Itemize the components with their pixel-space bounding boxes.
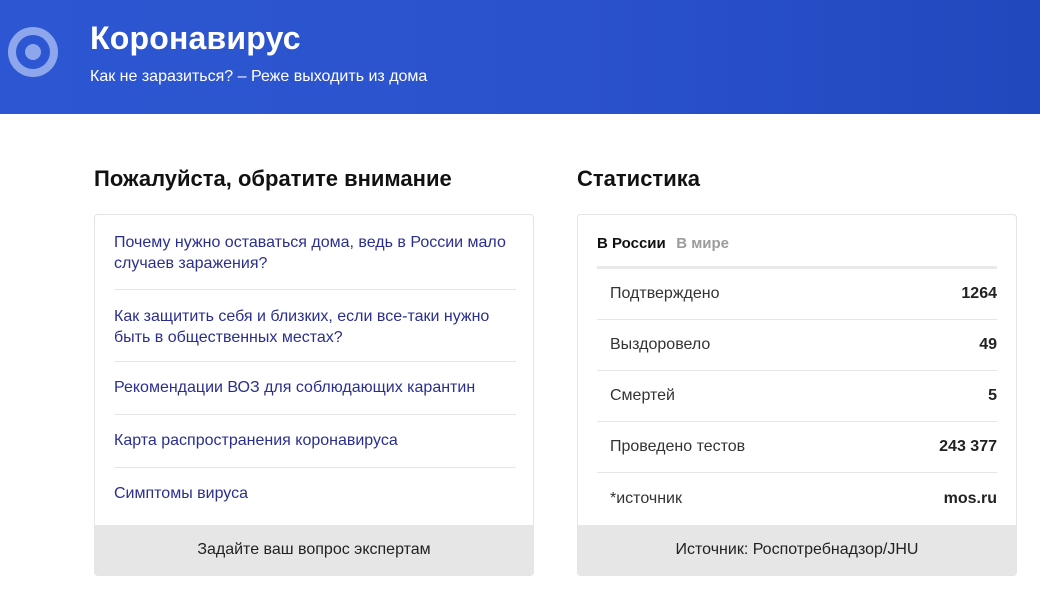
info-link-symptoms[interactable]: Симптомы вируса [114,468,516,525]
header-banner: Коронавирус Как не заразиться? – Реже вы… [0,0,1040,114]
tab-world[interactable]: В мире [676,235,729,252]
stat-value: 49 [979,336,997,353]
stat-row-recovered: Выздоровело 49 [597,320,997,371]
stats-card: В России В мире Подтверждено 1264 Выздор… [577,214,1017,576]
stat-row-tests: Проведено тестов 243 377 [597,422,997,473]
stat-label: Выздоровело [610,336,711,353]
stats-table: Подтверждено 1264 Выздоровело 49 Смертей… [597,269,997,524]
stat-value: mos.ru [943,489,997,507]
info-card: Почему нужно оставаться дома, ведь в Рос… [94,214,534,576]
stats-source-footer: Источник: Роспотребнадзор/JHU [578,525,1016,575]
stat-row-source: *источник mos.ru [597,473,997,524]
info-list: Почему нужно оставаться дома, ведь в Рос… [114,215,516,525]
tab-russia[interactable]: В России [597,235,666,252]
stat-label: Подтверждено [610,285,720,302]
info-section-title: Пожалуйста, обратите внимание [94,166,452,191]
stat-value: 243 377 [939,438,997,455]
page-subtitle: Как не заразиться? – Реже выходить из до… [90,68,428,85]
stat-label: Смертей [610,387,675,404]
info-link-stay-home[interactable]: Почему нужно оставаться дома, ведь в Рос… [114,215,516,290]
stat-value: 5 [988,387,997,404]
coronavirus-logo-icon[interactable] [8,27,58,77]
stat-row-confirmed: Подтверждено 1264 [597,269,997,320]
stats-tabs: В России В мире [597,235,997,269]
stats-section-title: Статистика [577,166,700,191]
page-title[interactable]: Коронавирус [90,20,301,57]
stat-label: *источник [610,489,682,507]
info-link-protect-yourself[interactable]: Как защитить себя и близких, если все-та… [114,290,516,362]
ask-experts-button[interactable]: Задайте ваш вопрос экспертам [95,525,533,575]
stat-value: 1264 [961,285,997,302]
info-link-spread-map[interactable]: Карта распространения коронавируса [114,415,516,468]
stat-label: Проведено тестов [610,438,746,455]
info-link-who-recommendations[interactable]: Рекомендации ВОЗ для соблюдающих каранти… [114,362,516,415]
stat-row-deaths: Смертей 5 [597,371,997,422]
